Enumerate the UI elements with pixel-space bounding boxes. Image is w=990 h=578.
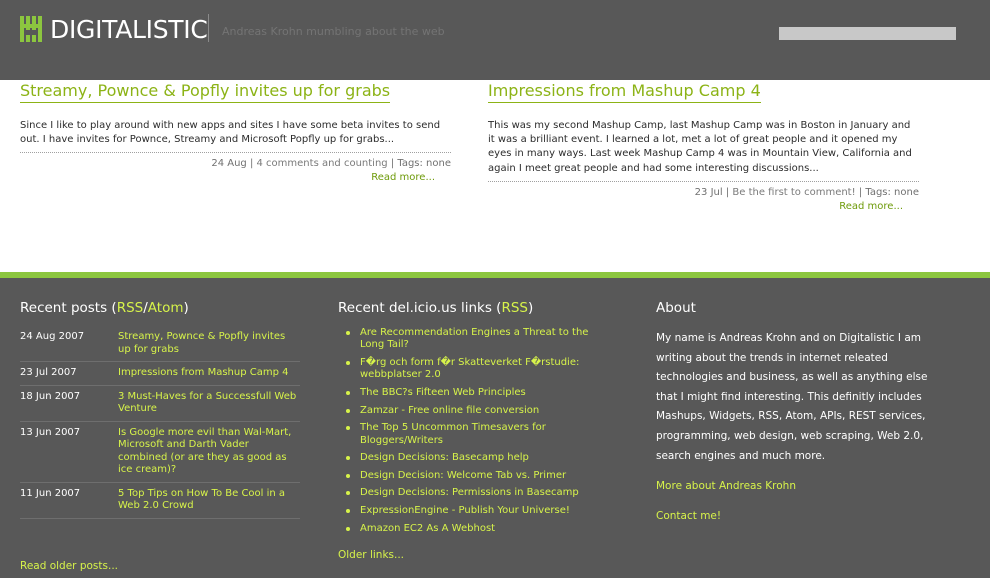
post-meta: 23 Jul | Be the first to comment! | Tags… xyxy=(694,186,919,198)
recent-post-link[interactable]: Is Google more evil than Wal-Mart, Micro… xyxy=(118,427,300,477)
about-heading: About xyxy=(656,300,696,316)
site-footer: Recent posts (RSS/Atom) 24 Aug 2007 Stre… xyxy=(0,278,990,578)
more-about-link[interactable]: More about Andreas Krohn xyxy=(656,477,956,496)
post-divider xyxy=(488,180,919,182)
post-title[interactable]: Streamy, Pownce & Popfly invites up for … xyxy=(20,80,391,103)
delicious-link[interactable]: The BBC?s Fifteen Web Principles xyxy=(338,387,608,399)
delicious-link[interactable]: Are Recommendation Engines a Threat to t… xyxy=(338,327,608,352)
delicious-link[interactable]: Design Decisions: Basecamp help xyxy=(338,452,608,464)
search-input[interactable] xyxy=(779,27,956,40)
header-divider xyxy=(208,14,209,42)
post-divider xyxy=(20,152,451,154)
recent-post-link[interactable]: Streamy, Pownce & Popfly invites up for … xyxy=(118,331,300,356)
about-text: My name is Andreas Krohn and on Digitali… xyxy=(656,332,928,462)
rss-link[interactable]: RSS xyxy=(117,300,144,316)
recent-post-link[interactable]: Impressions from Mashup Camp 4 xyxy=(118,367,300,380)
list-item: 24 Aug 2007 Streamy, Pownce & Popfly inv… xyxy=(20,326,300,362)
delicious-link[interactable]: Amazon EC2 As A Webhost xyxy=(338,523,608,535)
recent-post-date: 13 Jun 2007 xyxy=(20,426,81,438)
logo-icon xyxy=(20,16,42,42)
delicious-link[interactable]: Design Decisions: Permissions in Basecam… xyxy=(338,487,608,499)
site-header: DIGITALISTIC Andreas Krohn mumbling abou… xyxy=(0,0,990,80)
delicious-heading: Recent del.icio.us links (RSS) xyxy=(338,300,534,316)
atom-link[interactable]: Atom xyxy=(148,300,184,316)
recent-posts-section: Recent posts (RSS/Atom) 24 Aug 2007 Stre… xyxy=(20,299,310,578)
post-title[interactable]: Impressions from Mashup Camp 4 xyxy=(488,80,761,103)
delicious-link[interactable]: The Top 5 Uncommon Timesavers for Blogge… xyxy=(338,422,608,447)
delicious-links-section: Recent del.icio.us links (RSS) Are Recom… xyxy=(338,299,628,578)
recent-post-date: 23 Jul 2007 xyxy=(20,367,77,378)
recent-post-link[interactable]: 3 Must-Haves for a Successfull Web Ventu… xyxy=(118,391,300,416)
delicious-link[interactable]: Zamzar - Free online file conversion xyxy=(338,405,608,417)
site-tagline: Andreas Krohn mumbling about the web xyxy=(222,25,445,38)
recent-posts-list: 24 Aug 2007 Streamy, Pownce & Popfly inv… xyxy=(20,326,300,519)
post-excerpt: This was my second Mashup Camp, last Mas… xyxy=(488,120,912,174)
read-older-posts-link[interactable]: Read older posts... xyxy=(20,560,118,572)
post-comments-link[interactable]: Be the first to comment! xyxy=(732,187,855,198)
list-item: 23 Jul 2007 Impressions from Mashup Camp… xyxy=(20,362,300,386)
recent-posts-heading: Recent posts (RSS/Atom) xyxy=(20,300,189,316)
site-logo[interactable]: DIGITALISTIC xyxy=(20,14,208,44)
post-tags: Tags: none xyxy=(865,186,919,198)
post-excerpt: Since I like to play around with new app… xyxy=(20,120,441,146)
delicious-rss-link[interactable]: RSS xyxy=(501,300,528,316)
logo-text: DIGITALISTIC xyxy=(50,14,208,44)
post-meta: 24 Aug | 4 comments and counting | Tags:… xyxy=(211,158,451,170)
post-tags: Tags: none xyxy=(397,158,451,170)
recent-post-date: 11 Jun 2007 xyxy=(20,487,81,499)
delicious-link[interactable]: F�rg och form f�r Skatteverket F�rstudie… xyxy=(338,357,608,382)
read-more-link[interactable]: Read more... xyxy=(488,200,919,214)
post-date: 24 Aug xyxy=(211,158,247,170)
post-summary: Impressions from Mashup Camp 4 This was … xyxy=(488,80,919,214)
list-item: 11 Jun 2007 5 Top Tips on How To Be Cool… xyxy=(20,483,300,519)
delicious-links-list: Are Recommendation Engines a Threat to t… xyxy=(338,327,608,535)
older-links-link[interactable]: Older links... xyxy=(338,549,404,561)
recent-post-date: 24 Aug 2007 xyxy=(20,331,85,342)
post-comments-link[interactable]: 4 comments and counting xyxy=(257,158,388,169)
list-item: 18 Jun 2007 3 Must-Haves for a Successfu… xyxy=(20,386,300,422)
recent-post-link[interactable]: 5 Top Tips on How To Be Cool in a Web 2.… xyxy=(118,488,300,513)
main-content: Streamy, Pownce & Popfly invites up for … xyxy=(0,80,990,272)
delicious-link[interactable]: ExpressionEngine - Publish Your Universe… xyxy=(338,505,608,517)
post-summary: Streamy, Pownce & Popfly invites up for … xyxy=(20,80,451,185)
about-section: About My name is Andreas Krohn and on Di… xyxy=(656,299,956,526)
read-more-link[interactable]: Read more... xyxy=(20,171,451,185)
list-item: 13 Jun 2007 Is Google more evil than Wal… xyxy=(20,422,300,483)
recent-post-date: 18 Jun 2007 xyxy=(20,390,81,402)
contact-link[interactable]: Contact me! xyxy=(656,507,956,526)
delicious-link[interactable]: Design Decision: Welcome Tab vs. Primer xyxy=(338,470,608,482)
post-date: 23 Jul xyxy=(694,186,723,198)
